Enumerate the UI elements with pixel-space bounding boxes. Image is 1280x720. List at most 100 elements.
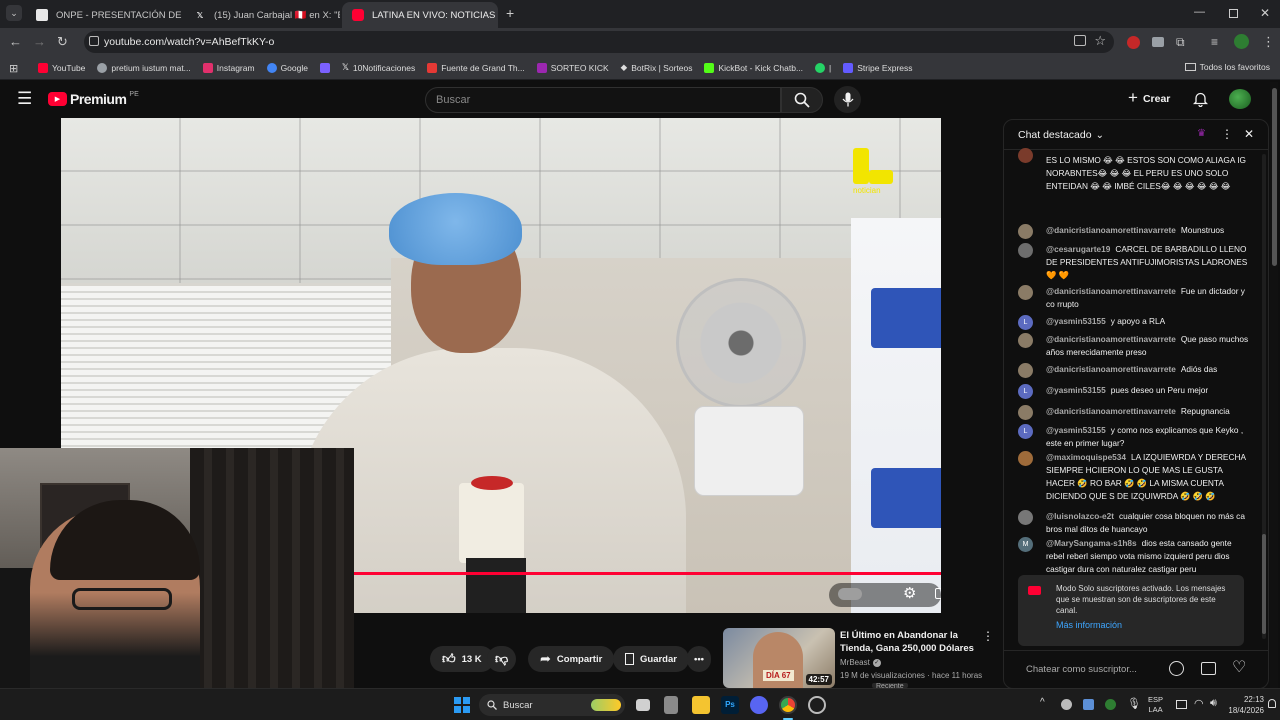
- chat-author[interactable]: @danicristianoamorettinavarrete: [1046, 225, 1176, 235]
- browser-tab-latina[interactable]: LATINA EN VIVO: NOTICIAS ✕: [342, 2, 498, 28]
- notifications-bell-icon[interactable]: [1193, 91, 1208, 107]
- bookmark-google[interactable]: Google: [266, 62, 308, 73]
- language-indicator[interactable]: ESP LAA: [1148, 695, 1163, 715]
- app-icon[interactable]: [808, 696, 826, 714]
- photoshop-icon[interactable]: Ps: [721, 696, 739, 714]
- tray-icon[interactable]: [1083, 699, 1094, 710]
- page-scrollbar-thumb[interactable]: [1272, 88, 1277, 266]
- search-input[interactable]: Buscar: [425, 87, 781, 113]
- file-explorer-icon[interactable]: [692, 696, 710, 714]
- theater-mode-icon[interactable]: [935, 588, 941, 599]
- task-view-icon[interactable]: [636, 699, 650, 711]
- taskbar-search[interactable]: Buscar: [479, 694, 625, 716]
- apps-grid-icon[interactable]: ⊞: [9, 62, 18, 75]
- reload-icon[interactable]: ↻: [57, 34, 68, 50]
- voice-search-button[interactable]: [834, 86, 861, 113]
- save-button[interactable]: Guardar: [613, 646, 689, 672]
- emoji-icon[interactable]: [1169, 661, 1184, 676]
- chat-author[interactable]: @luisnolazco-e2t: [1046, 511, 1114, 521]
- chat-author[interactable]: @cesarugarte19: [1046, 244, 1110, 254]
- bookmark-pretium[interactable]: pretium iustum mat...: [97, 62, 191, 73]
- bookmark-kickbot[interactable]: KickBot - Kick Chatb...: [704, 62, 803, 73]
- clock[interactable]: 22:13 18/4/2026: [1224, 694, 1264, 716]
- chat-author[interactable]: @yasmin53155: [1046, 316, 1106, 326]
- chat-author[interactable]: @danicristianoamorettinavarrete: [1046, 334, 1176, 344]
- youtube-logo[interactable]: ▶ Premium PE: [48, 91, 139, 107]
- recommended-more-icon[interactable]: ⋮: [982, 629, 994, 643]
- settings-gear-icon[interactable]: ⚙: [903, 584, 916, 602]
- chat-scrollbar[interactable]: [1262, 154, 1266, 639]
- bookmark-10notificaciones[interactable]: 𝕏 10Notificaciones: [342, 62, 415, 73]
- tab-search-button[interactable]: ⌄: [6, 5, 22, 21]
- chat-author[interactable]: @danicristianoamorettinavarrete: [1046, 406, 1176, 416]
- install-app-icon[interactable]: [1074, 35, 1086, 46]
- reading-list-icon[interactable]: ≡: [1211, 35, 1218, 49]
- site-info-icon[interactable]: [89, 36, 99, 46]
- bookmark-youtube[interactable]: YouTube: [38, 62, 85, 73]
- tray-icon[interactable]: [1061, 699, 1072, 710]
- minimize-icon[interactable]: —: [1194, 6, 1205, 18]
- browser-tab-onpe[interactable]: ONPE - PRESENTACIÓN DE RES ✕: [26, 2, 182, 28]
- chat-mode-dropdown[interactable]: Chat destacado ⌄: [1018, 129, 1104, 141]
- bookmark-instagram[interactable]: Instagram: [202, 62, 255, 73]
- chevron-up-icon[interactable]: ^: [1040, 697, 1045, 708]
- new-tab-button[interactable]: +: [506, 5, 514, 21]
- all-bookmarks-folder[interactable]: Todos los favoritos: [1184, 62, 1270, 72]
- extensions-puzzle-icon[interactable]: ⧉: [1176, 35, 1185, 50]
- autoplay-toggle[interactable]: [838, 588, 862, 600]
- user-avatar[interactable]: [1229, 89, 1251, 109]
- chat-more-icon[interactable]: ⋮: [1221, 127, 1233, 141]
- chat-author[interactable]: @MarySangama-s1h8s: [1046, 538, 1137, 548]
- share-button[interactable]: ➦ Compartir: [528, 646, 615, 672]
- back-icon[interactable]: ←: [9, 34, 22, 49]
- like-button[interactable]: 👍︎ 13 K: [430, 646, 494, 672]
- bookmark-botrix[interactable]: ◆ BotRix | Sorteos: [621, 62, 693, 73]
- profile-avatar[interactable]: [1234, 34, 1249, 49]
- chat-author[interactable]: @yasmin53155: [1046, 385, 1106, 395]
- start-button[interactable]: [454, 697, 470, 713]
- address-bar[interactable]: youtube.com/watch?v=AhBefTkKY-o ☆: [84, 31, 1114, 53]
- microphone-icon[interactable]: 🎙︎: [1127, 697, 1141, 710]
- super-chat-icon[interactable]: [1201, 662, 1216, 675]
- discord-icon[interactable]: [750, 696, 768, 714]
- page-scrollbar[interactable]: [1270, 82, 1278, 688]
- browser-tab-x[interactable]: 𝕏 (15) Juan Carbajal 🇵🇪 en X: "El JU ✕: [184, 2, 340, 28]
- extension-icon[interactable]: [1127, 36, 1140, 49]
- learn-more-link[interactable]: Más información: [1056, 620, 1122, 630]
- bookmark-sorteo-kick[interactable]: SORTEO KICK: [536, 62, 609, 73]
- browser-menu-icon[interactable]: ⋮: [1262, 34, 1275, 50]
- chrome-icon[interactable]: [779, 696, 797, 714]
- bookmark-extension[interactable]: [319, 62, 330, 73]
- hamburger-menu-icon[interactable]: ☰: [17, 89, 32, 109]
- window-close-icon[interactable]: ✕: [1260, 6, 1270, 20]
- volume-icon[interactable]: 🔊︎: [1210, 697, 1217, 710]
- bookmark-whatsapp[interactable]: |: [815, 62, 831, 73]
- chat-scrollbar-thumb[interactable]: [1262, 534, 1266, 634]
- chat-author[interactable]: @danicristianoamorettinavarrete: [1046, 364, 1176, 374]
- chat-input[interactable]: Chatear como suscriptor...: [1026, 664, 1137, 675]
- recommended-thumbnail[interactable]: DÍA 67 42:57: [723, 628, 835, 688]
- recommended-channel[interactable]: MrBeast ✓: [840, 658, 881, 667]
- chat-author[interactable]: @danicristianoamorettinavarrete: [1046, 286, 1176, 296]
- heart-icon[interactable]: ♡: [1232, 657, 1246, 677]
- restore-icon[interactable]: [1229, 9, 1238, 18]
- bookmark-stripe[interactable]: Stripe Express: [843, 62, 913, 73]
- search-button[interactable]: [781, 87, 823, 113]
- extension-icon[interactable]: [1152, 37, 1164, 47]
- notification-bell-icon[interactable]: [1268, 699, 1276, 708]
- crown-icon[interactable]: ♛: [1197, 128, 1206, 139]
- more-actions-button[interactable]: •••: [687, 646, 711, 672]
- bookmark-gta[interactable]: Fuente de Grand Th...: [427, 62, 525, 73]
- bookmark-star-icon[interactable]: ☆: [1094, 33, 1106, 49]
- dislike-button[interactable]: 👎︎: [487, 646, 517, 672]
- chat-author[interactable]: @yasmin53155: [1046, 425, 1106, 435]
- tray-icon[interactable]: [1105, 699, 1116, 710]
- display-icon[interactable]: [1176, 700, 1187, 709]
- terminal-icon[interactable]: [664, 696, 678, 714]
- recommended-title[interactable]: El Último en Abandonar la Tienda, Gana 2…: [840, 629, 975, 655]
- forward-icon[interactable]: →: [33, 34, 46, 49]
- wifi-icon[interactable]: ◠: [1194, 697, 1204, 710]
- create-button[interactable]: + Crear: [1128, 88, 1170, 108]
- chat-close-icon[interactable]: ✕: [1244, 127, 1254, 141]
- chat-author[interactable]: @maximoquispe534: [1046, 452, 1126, 462]
